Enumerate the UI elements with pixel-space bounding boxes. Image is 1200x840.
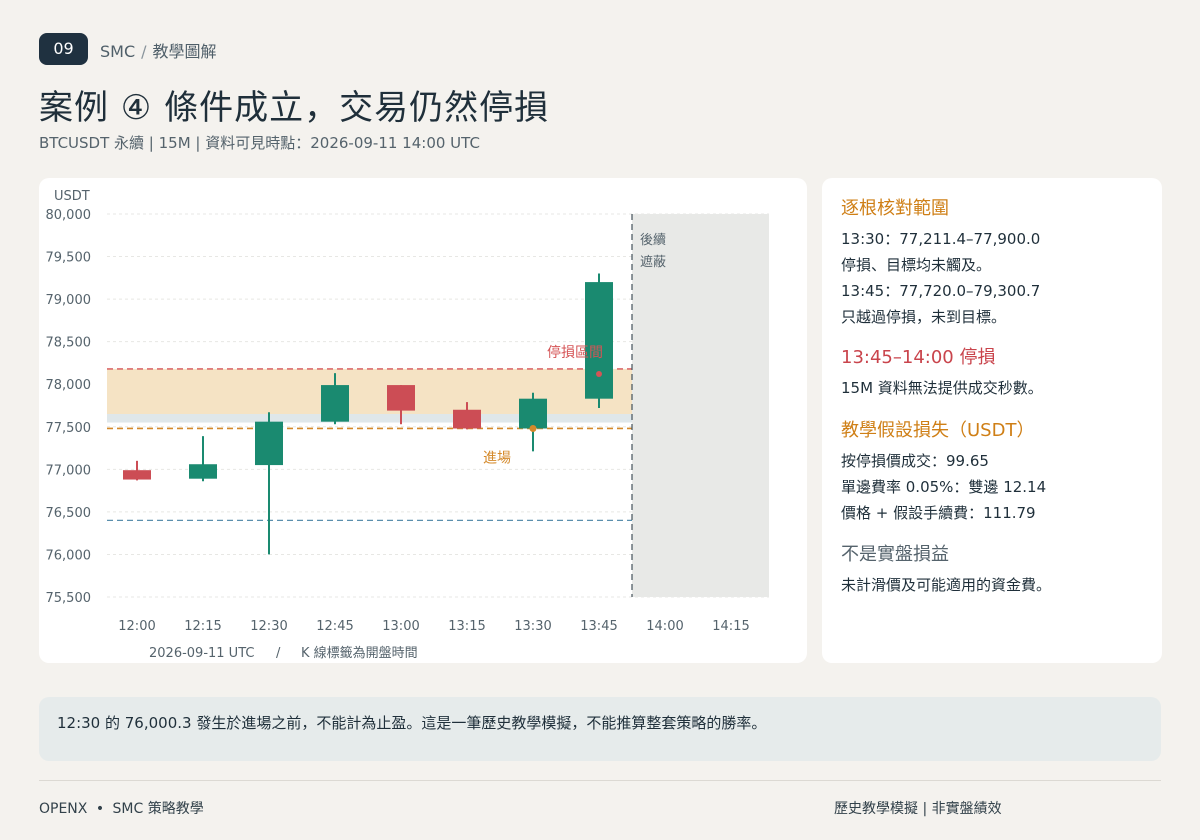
footer-brand-label: SMC 策略教學	[112, 801, 204, 817]
breadcrumb-separator: /	[141, 42, 147, 61]
page-subtitle: BTCUSDT 永續 | 15M | 資料可見時點：2026-09-11 14:…	[39, 134, 480, 152]
section-range-check: 逐根核對範圍 13:30：77,211.4–77,900.0 停損、目標均未觸及…	[841, 194, 1146, 330]
disclaimer-note: 12:30 的 76,000.3 發生於進場之前，不能計為止盈。這是一筆歷史教學…	[39, 697, 1161, 761]
candle-body	[519, 398, 547, 429]
y-tick-label: 79,000	[46, 293, 92, 308]
x-tick-label: 14:00	[646, 619, 683, 634]
candlestick-chart: 80,000 79,500 79,000 78,500 78,000 77,500 77,0…	[46, 189, 769, 661]
masked-label-line1: 後續	[640, 233, 666, 248]
y-axis-unit-label: USDT	[54, 189, 90, 204]
candle-body	[387, 385, 415, 411]
footer-brand-name: OPENX	[39, 801, 88, 817]
disclaimer-note-text: 12:30 的 76,000.3 發生於進場之前，不能計為止盈。這是一筆歷史教學…	[57, 714, 767, 732]
x-axis-separator: /	[276, 646, 281, 661]
stop-hit-line: 15M 資料無法提供成交秒數。	[841, 379, 1043, 397]
section-assumed-loss: 教學假設損失（USDT） 按停損價成交：99.65 單邊費率 0.05%：雙邊 …	[841, 416, 1146, 526]
candle-body	[453, 409, 481, 429]
stop-zone-band	[107, 368, 632, 415]
section-range-check-title: 逐根核對範圍	[841, 198, 949, 219]
candle-1330	[519, 392, 547, 452]
masked-label-line2: 遮蔽	[640, 254, 666, 270]
zone-lower-band	[107, 414, 632, 423]
x-tick-label: 12:15	[184, 619, 221, 634]
candle-body	[585, 282, 613, 399]
masked-future-area	[632, 214, 769, 597]
x-tick-label: 13:15	[448, 619, 485, 634]
candle-body	[123, 470, 151, 480]
candle-body	[255, 421, 283, 466]
stop-zone-label: 停損區間	[547, 344, 603, 361]
candle-1215	[189, 436, 217, 482]
assumed-loss-line: 按停損價成交：99.65	[841, 452, 989, 470]
range-check-line: 13:30：77,211.4–77,900.0	[841, 230, 1041, 248]
y-tick-label: 80,000	[46, 208, 92, 223]
section-not-live: 不是實盤損益 未計滑價及可能適用的資金費。	[841, 540, 1146, 598]
candle-body	[189, 464, 217, 479]
x-axis-date-label: 2026-09-11 UTC	[149, 646, 254, 661]
chart-card: 80,000 79,500 79,000 78,500 78,000 77,500 77,0…	[39, 178, 807, 663]
x-tick-label: 14:15	[712, 619, 749, 634]
not-live-line: 未計滑價及可能適用的資金費。	[841, 576, 1052, 594]
y-tick-label: 79,500	[46, 251, 92, 266]
section-stop-hit: 13:45–14:00 停損 15M 資料無法提供成交秒數。	[841, 343, 1146, 401]
footer-dot: •	[95, 801, 105, 817]
page-number-badge: 09	[39, 33, 88, 65]
assumed-loss-line: 價格 + 假設手續費：111.79	[841, 504, 1036, 522]
footer-brand: OPENX • SMC 策略教學	[39, 798, 204, 818]
y-tick-label: 77,500	[46, 421, 92, 436]
section-assumed-loss-title: 教學假設損失（USDT）	[841, 420, 1035, 441]
analysis-panel: 逐根核對範圍 13:30：77,211.4–77,900.0 停損、目標均未觸及…	[822, 178, 1162, 663]
y-tick-label: 76,000	[46, 548, 92, 563]
entry-marker	[529, 424, 537, 432]
assumed-loss-line: 單邊費率 0.05%：雙邊 12.14	[841, 478, 1047, 496]
candle-1230	[255, 412, 283, 555]
candle-1200	[123, 460, 151, 481]
breadcrumb-section: 教學圖解	[152, 42, 217, 61]
range-check-line: 只越過停損，未到目標。	[841, 308, 1007, 326]
section-stop-hit-title: 13:45–14:00 停損	[841, 347, 996, 368]
x-axis-note-label: K 線標籤為開盤時間	[301, 645, 418, 661]
range-check-line: 停損、目標均未觸及。	[841, 256, 992, 274]
x-tick-label: 13:30	[514, 619, 551, 634]
y-tick-label: 78,500	[46, 336, 92, 351]
page-title: 案例 ④ 條件成立，交易仍然停損	[39, 88, 550, 128]
section-not-live-title: 不是實盤損益	[841, 544, 949, 565]
stop-marker	[596, 371, 602, 378]
x-tick-label: 12:00	[118, 619, 155, 634]
breadcrumb-brand: SMC	[100, 42, 136, 61]
x-tick-label: 12:45	[316, 619, 353, 634]
breadcrumb: SMC / 教學圖解	[100, 38, 217, 62]
x-tick-label: 13:00	[382, 619, 419, 634]
x-tick-label: 13:45	[580, 619, 617, 634]
y-tick-label: 76,500	[46, 506, 92, 521]
candle-1345	[585, 273, 613, 409]
x-tick-label: 12:30	[250, 619, 287, 634]
candle-body	[321, 385, 349, 422]
y-tick-label: 75,500	[46, 591, 92, 606]
y-tick-label: 78,000	[46, 378, 92, 393]
footer-divider	[39, 780, 1161, 781]
y-tick-label: 77,000	[46, 463, 92, 478]
footer-disclaimer: 歷史教學模擬 | 非實盤績效	[834, 801, 1002, 817]
range-check-line: 13:45：77,720.0–79,300.7	[841, 282, 1041, 300]
entry-label: 進場	[483, 450, 511, 466]
